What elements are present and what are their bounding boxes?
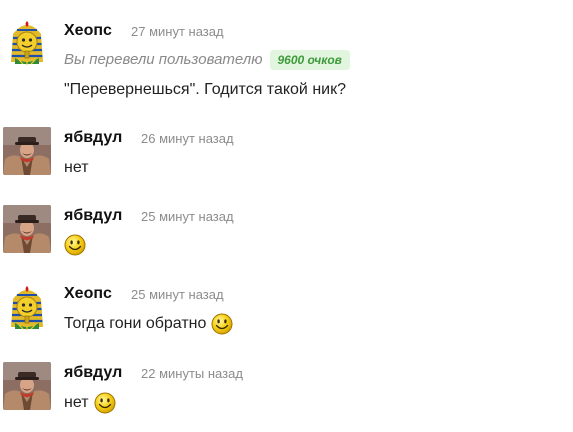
smiley-icon <box>94 392 116 414</box>
message-4: Хеопс 25 минут назад Тогда гони обратно <box>0 283 573 341</box>
author-name[interactable]: Хеопс <box>64 21 112 41</box>
author-name[interactable]: ябвдул <box>64 206 122 226</box>
transfer-notice: Вы перевели пользователю 9600 очков <box>64 49 350 71</box>
transfer-notice-text: Вы перевели пользователю <box>64 51 263 68</box>
man-in-hat-avatar-icon[interactable] <box>3 362 51 410</box>
message-text: нет <box>64 159 89 176</box>
timestamp: 25 минут назад <box>141 209 234 224</box>
message-text: нет <box>64 392 116 414</box>
message-text <box>64 234 86 256</box>
timestamp: 27 минут назад <box>131 24 224 39</box>
timestamp: 25 минут назад <box>131 287 224 302</box>
message-text-content: нет <box>64 394 89 411</box>
author-name[interactable]: ябвдул <box>64 363 122 383</box>
timestamp: 22 минуты назад <box>141 366 243 381</box>
message-text: Тогда гони обратно <box>64 313 233 335</box>
message-text-content: Тогда гони обратно <box>64 315 207 332</box>
message-2: ябвдул 26 минут назад нет <box>0 127 573 185</box>
smiley-icon <box>64 234 86 256</box>
message-text: "Перевернешься". Годится такой ник? <box>64 81 346 98</box>
pharaoh-avatar-icon[interactable] <box>3 18 51 66</box>
man-in-hat-avatar-icon[interactable] <box>3 205 51 253</box>
message-5: ябвдул 22 минуты назад нет <box>0 362 573 420</box>
author-name[interactable]: ябвдул <box>64 128 122 148</box>
pharaoh-avatar-icon[interactable] <box>3 283 51 331</box>
message-1: Хеопс 27 минут назад Вы перевели пользов… <box>0 18 573 103</box>
message-3: ябвдул 25 минут назад <box>0 205 573 263</box>
timestamp: 26 минут назад <box>141 131 234 146</box>
smiley-icon <box>211 313 233 335</box>
man-in-hat-avatar-icon[interactable] <box>3 127 51 175</box>
author-name[interactable]: Хеопс <box>64 284 112 304</box>
points-badge: 9600 очков <box>269 50 350 70</box>
